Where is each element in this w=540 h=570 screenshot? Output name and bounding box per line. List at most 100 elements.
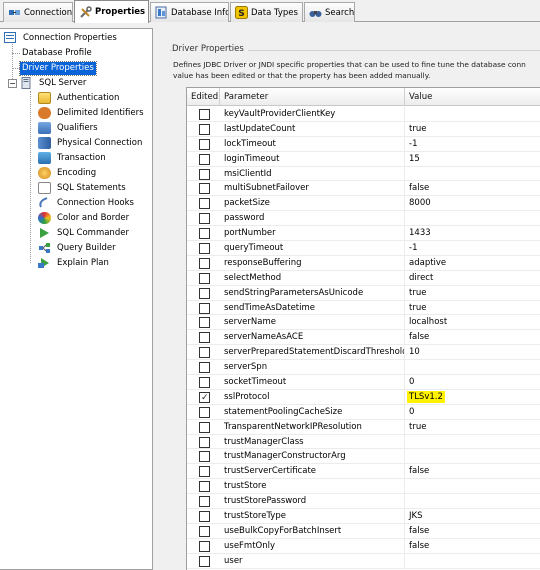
table-row[interactable]: loginTimeout 15 xyxy=(187,151,540,167)
table-row[interactable]: sendTimeAsDatetime true xyxy=(187,300,540,316)
value-cell[interactable]: -1 xyxy=(405,137,540,152)
table-row[interactable]: lockTimeout -1 xyxy=(187,136,540,152)
table-row[interactable]: useFmtOnly false xyxy=(187,538,540,554)
table-row[interactable]: serverSpn xyxy=(187,360,540,376)
tree-item-qualifiers[interactable]: Qualifiers xyxy=(38,121,100,135)
value-cell[interactable] xyxy=(405,554,540,569)
edited-checkbox[interactable] xyxy=(199,138,210,150)
edited-checkbox[interactable] xyxy=(199,213,210,225)
value-cell[interactable]: direct xyxy=(405,271,540,286)
edited-checkbox[interactable] xyxy=(199,451,210,463)
value-cell[interactable] xyxy=(405,494,540,509)
value-cell[interactable] xyxy=(405,360,540,375)
value-cell[interactable]: 0 xyxy=(405,375,540,390)
value-cell[interactable]: false xyxy=(405,181,540,196)
value-cell[interactable]: 0 xyxy=(405,405,540,420)
table-row[interactable]: portNumber 1433 xyxy=(187,226,540,242)
edited-checkbox[interactable] xyxy=(199,481,210,493)
table-row[interactable]: trustManagerConstructorArg xyxy=(187,449,540,465)
edited-checkbox[interactable] xyxy=(199,362,210,374)
table-row[interactable]: lastUpdateCount true xyxy=(187,121,540,137)
edited-checkbox[interactable] xyxy=(199,257,210,269)
tree-item-sql-statements[interactable]: SQL Statements xyxy=(38,181,128,195)
tab-database-info[interactable]: Database Info xyxy=(150,2,229,22)
edited-checkbox[interactable] xyxy=(199,496,210,508)
column-header-value[interactable]: Value xyxy=(405,88,540,106)
tree-item-authentication[interactable]: Authentication xyxy=(38,91,121,105)
tree-item-sql-server[interactable]: SQL Server xyxy=(20,76,88,90)
table-row[interactable]: statementPoolingCacheSize 0 xyxy=(187,404,540,420)
table-row[interactable]: trustStore xyxy=(187,479,540,495)
edited-checkbox[interactable] xyxy=(199,406,210,418)
value-cell[interactable]: true xyxy=(405,420,540,435)
edited-checkbox[interactable] xyxy=(199,332,210,344)
value-cell[interactable]: false xyxy=(405,539,540,554)
value-cell[interactable]: 8000 xyxy=(405,196,540,211)
value-cell[interactable]: adaptive xyxy=(405,256,540,271)
value-cell[interactable]: true xyxy=(405,286,540,301)
edited-checkbox[interactable] xyxy=(199,243,210,255)
edited-checkbox[interactable] xyxy=(199,555,210,567)
value-cell[interactable] xyxy=(405,107,540,122)
tree-item-driver-properties[interactable]: Driver Properties xyxy=(19,60,97,76)
table-row[interactable]: trustStoreType JKS xyxy=(187,509,540,524)
tree-item-connection-hooks[interactable]: Connection Hooks xyxy=(38,196,136,210)
edited-checkbox[interactable] xyxy=(199,183,210,195)
value-cell[interactable]: false xyxy=(405,330,540,345)
table-row[interactable]: socketTimeout 0 xyxy=(187,375,540,390)
edited-checkbox[interactable] xyxy=(199,123,210,135)
tree-item-physical-connection[interactable]: Physical Connection xyxy=(38,136,144,150)
value-cell[interactable] xyxy=(405,211,540,226)
value-cell[interactable]: 15 xyxy=(405,152,540,167)
value-cell[interactable] xyxy=(405,435,540,450)
value-cell[interactable]: true xyxy=(405,301,540,316)
table-row[interactable]: trustServerCertificate false xyxy=(187,464,540,480)
tree-item-query-builder[interactable]: Query Builder xyxy=(38,241,118,255)
value-cell[interactable]: -1 xyxy=(405,241,540,256)
edited-checkbox[interactable] xyxy=(199,168,210,180)
table-row[interactable]: selectMethod direct xyxy=(187,270,540,286)
edited-checkbox[interactable] xyxy=(199,287,210,299)
value-cell[interactable] xyxy=(405,449,540,464)
edited-checkbox[interactable] xyxy=(199,302,210,314)
tab-connection[interactable]: Connection xyxy=(3,2,73,22)
table-row[interactable]: keyVaultProviderClientKey xyxy=(187,107,540,122)
tree-item-connection-properties[interactable]: Connection Properties xyxy=(4,31,119,45)
edited-checkbox[interactable] xyxy=(199,421,210,433)
value-cell[interactable] xyxy=(405,167,540,182)
value-cell[interactable] xyxy=(405,479,540,494)
edited-checkbox[interactable] xyxy=(199,198,210,210)
edited-checkbox[interactable] xyxy=(199,436,210,448)
edited-checkbox[interactable] xyxy=(199,377,210,389)
tree-item-color-and-border[interactable]: Color and Border xyxy=(38,211,131,225)
table-row[interactable]: queryTimeout -1 xyxy=(187,241,540,256)
value-cell[interactable]: false xyxy=(405,464,540,479)
table-row[interactable]: trustManagerClass xyxy=(187,434,540,450)
table-row[interactable]: sendStringParametersAsUnicode true xyxy=(187,285,540,301)
edited-checkbox[interactable] xyxy=(199,347,210,359)
edited-checkbox[interactable] xyxy=(199,272,210,284)
tree-item-explain-plan[interactable]: Explain Plan xyxy=(38,256,111,270)
table-row[interactable]: serverNameAsACE false xyxy=(187,330,540,346)
value-cell[interactable]: true xyxy=(405,122,540,137)
tab-search[interactable]: Search xyxy=(304,2,355,22)
table-row[interactable]: sslProtocolTLSv1.2 xyxy=(187,389,540,405)
tree-item-encoding[interactable]: Encoding xyxy=(38,166,98,180)
collapse-toggle[interactable]: − xyxy=(8,79,17,88)
table-row[interactable]: responseBuffering adaptive xyxy=(187,255,540,271)
table-row[interactable]: trustStorePassword xyxy=(187,494,540,510)
edited-checkbox[interactable] xyxy=(199,511,210,523)
column-header-parameter[interactable]: Parameter xyxy=(220,88,405,106)
value-cell[interactable]: 10 xyxy=(405,345,540,360)
table-row[interactable]: password xyxy=(187,211,540,227)
column-header-edited[interactable]: Edited xyxy=(187,88,220,106)
table-row[interactable]: msiClientId xyxy=(187,166,540,182)
table-row[interactable]: TransparentNetworkIPResolution true xyxy=(187,419,540,435)
tree-item-transaction[interactable]: Transaction xyxy=(38,151,108,165)
value-cell[interactable]: localhost xyxy=(405,315,540,330)
edited-checkbox[interactable] xyxy=(199,228,210,240)
value-cell[interactable]: TLSv1.2 xyxy=(405,390,540,405)
table-row[interactable]: user xyxy=(187,553,540,569)
tab-properties[interactable]: Properties xyxy=(74,0,149,23)
tree-item-delimited-identifiers[interactable]: Delimited Identifiers xyxy=(38,106,146,120)
